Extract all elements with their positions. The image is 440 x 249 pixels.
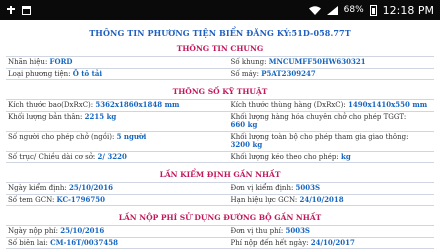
table-row: Số trục/ Chiều dài cơ sở: 2/ 3220 Khối l… [6,150,434,163]
inspection-date-label: Ngày kiểm định: [8,184,67,192]
inspection-unit-label: Đơn vị kiểm định: [230,184,294,192]
inspection-table: Ngày kiểm định: 25/10/2016 Đơn vị kiểm đ… [6,182,434,206]
engine-label: Số máy: [230,69,259,78]
gross-weight-value: 3200 kg [230,140,263,149]
seats-label: Số người cho phép chở (ngồi): [8,132,115,141]
section-title-specs: THÔNG SỐ KỸ THUẬT [172,87,268,96]
signal-icon [326,5,338,15]
certificate-expiry-value: 24/10/2018 [299,194,344,204]
certificate-value: KC-1796750 [56,194,106,204]
fee-date-label: Ngày nộp phí: [8,227,58,235]
size-value: 5362x1860x1848 mm [95,100,180,109]
vehicle-type-label: Loại phương tiện: [8,69,71,78]
wifi-icon [308,5,321,15]
fee-unit-label: Đơn vị thu phí: [230,227,284,235]
fee-expiry-label: Phí nộp đến hết ngày: [230,238,309,247]
size-label: Kích thước bao(DxRxC): [8,101,94,109]
battery-percent: 68% [343,5,364,15]
cargo-size-value: 1490x1410x550 mm [348,100,428,109]
axle-value: 2/ 3220 [97,151,127,161]
payload-value: 660 kg [230,120,258,129]
brand-label: Nhãn hiệu: [8,58,48,66]
inspection-unit-value: 5003S [295,183,321,192]
inspection-date-value: 25/10/2016 [68,183,114,192]
vehicle-info-page: THÔNG TIN PHƯƠNG TIỆN BIỂN ĐĂNG KÝ:51D-0… [0,28,440,249]
table-row: Số tem GCN: KC-1796750 Hạn hiệu lực GCN:… [6,193,434,206]
curb-weight-label: Khối lượng bản thân: [8,112,83,121]
section-title-inspection: LẦN KIỂM ĐỊNH GẦN NHẤT [159,170,281,179]
table-row: Loại phương tiện: Ô tô tải Số máy: P5AT2… [6,67,434,80]
seats-value: 5 người [116,131,147,141]
certificate-label: Số tem GCN: [8,195,55,204]
calendar-icon [22,5,31,15]
table-row: Khối lượng bản thân: 2215 kg Khối lượng … [6,110,434,132]
axle-label: Số trục/ Chiều dài cơ sở: [8,152,96,161]
table-row: Ngày nộp phí: 25/10/2016 Đơn vị thu phí:… [6,225,434,238]
receipt-label: Số biên lai: [8,238,48,247]
specs-table: Kích thước bao(DxRxC): 5362x1860x1848 mm… [6,99,434,163]
table-row: Số người cho phép chở (ngồi): 5 người Kh… [6,130,434,152]
fee-unit-value: 5003S [285,226,310,235]
tow-weight-label: Khối lượng kéo theo cho phép: [230,152,339,161]
clock: 12:18 PM [382,3,434,17]
tow-weight-value: kg [341,151,351,161]
chassis-label: Số khung: [230,58,267,66]
page-title: THÔNG TIN PHƯƠNG TIỆN BIỂN ĐĂNG KÝ:51D-0… [89,28,351,38]
fee-date-value: 25/10/2016 [60,226,105,235]
certificate-expiry-label: Hạn hiệu lực GCN: [230,195,298,204]
status-bar: 68% 12:18 PM [0,0,440,20]
vehicle-type-value: Ô tô tải [72,68,103,78]
table-row: Nhãn hiệu: FORD Số khung: MNCUMFF50HW630… [6,56,434,69]
engine-value: P5AT2309247 [261,68,316,78]
chassis-value: MNCUMFF50HW630321 [268,57,366,66]
section-title-fee: LẦN NỘP PHÍ SỬ DỤNG ĐƯỜNG BỘ GẦN NHẤT [118,213,322,222]
cargo-size-label: Kích thước thùng hàng (DxRxC): [230,101,346,109]
brand-value: FORD [49,57,73,66]
battery-icon [369,4,377,16]
fee-expiry-value: 24/10/2017 [310,237,355,247]
section-title-general: THÔNG TIN CHUNG [176,44,264,53]
receipt-value: CM-16T/0037458 [50,237,118,247]
usb-icon [6,6,16,14]
general-table: Nhãn hiệu: FORD Số khung: MNCUMFF50HW630… [6,56,434,80]
table-row: Ngày kiểm định: 25/10/2016 Đơn vị kiểm đ… [6,182,434,195]
table-row: Kích thước bao(DxRxC): 5362x1860x1848 mm… [6,99,434,112]
curb-weight-value: 2215 kg [84,111,117,121]
fee-table: Ngày nộp phí: 25/10/2016 Đơn vị thu phí:… [6,225,434,249]
